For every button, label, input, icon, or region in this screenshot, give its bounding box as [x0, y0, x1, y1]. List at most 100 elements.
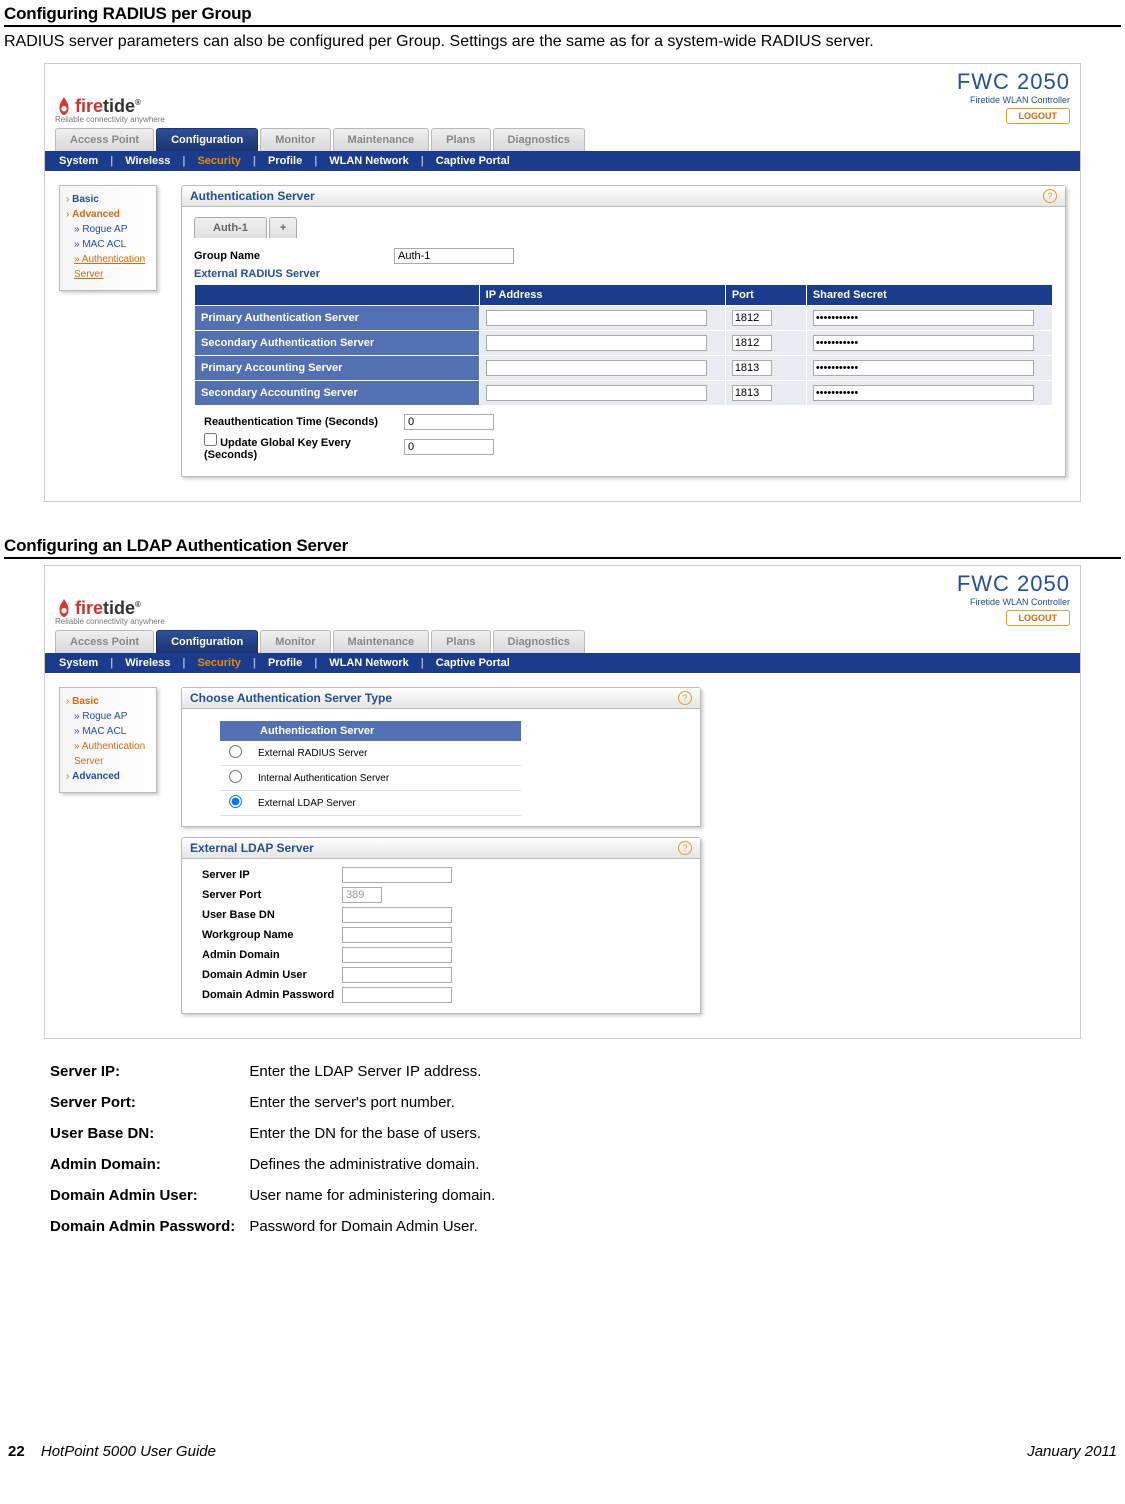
group-name-input[interactable] [394, 248, 514, 264]
flame-icon [55, 95, 73, 117]
main-tab-configuration[interactable]: Configuration [156, 630, 258, 653]
sub-tab-system[interactable]: System [59, 155, 98, 167]
sidenav-advanced[interactable]: › Advanced [66, 207, 152, 222]
device-subtitle: Firetide WLAN Controller [957, 95, 1070, 105]
ldap-field-label: Domain Admin User [202, 969, 342, 981]
ldap-workgroup-name-input[interactable] [342, 927, 452, 943]
sidenav-basic[interactable]: › Basic [66, 694, 152, 709]
doc-date: January 2011 [1027, 1443, 1117, 1460]
radius-server-table: IP AddressPortShared Secret Primary Auth… [194, 284, 1053, 406]
sidenav-advanced[interactable]: › Advanced [66, 769, 152, 784]
main-tab-monitor[interactable]: Monitor [260, 630, 330, 653]
ldap-field-label: Admin Domain [202, 949, 342, 961]
logout-button[interactable]: LOGOUT [1006, 108, 1071, 124]
section2-title: Configuring an LDAP Authentication Serve… [4, 536, 1121, 559]
section1-intro: RADIUS server parameters can also be con… [4, 33, 1121, 51]
ldap-domain-admin-password-input[interactable] [342, 987, 452, 1003]
panel-auth-title: Authentication Server [190, 189, 315, 203]
logo-text: firetide® [75, 96, 141, 117]
ldap-server-ip-input[interactable] [342, 867, 452, 883]
section1-title: Configuring RADIUS per Group [4, 4, 1121, 27]
sidenav-auth-server[interactable]: » Authentication Server [66, 739, 152, 769]
sub-tab-profile[interactable]: Profile [268, 657, 302, 669]
page-number: 22 [8, 1443, 25, 1460]
auth-tab-1[interactable]: Auth-1 [194, 217, 267, 238]
sub-tab-wireless[interactable]: Wireless [125, 155, 170, 167]
radius-port-input[interactable] [732, 385, 772, 401]
main-tab-access-point[interactable]: Access Point [55, 128, 154, 151]
sidenav-mac-acl[interactable]: » MAC ACL [66, 237, 152, 252]
radius-port-input[interactable] [732, 310, 772, 326]
desc-value: User name for administering domain. [249, 1181, 507, 1210]
sub-tab-security[interactable]: Security [197, 657, 240, 669]
ldap-field-label: User Base DN [202, 909, 342, 921]
ldap-field-label: Server IP [202, 869, 342, 881]
radius-ip-input[interactable] [486, 335, 707, 351]
side-nav: › Basic › Advanced » Rogue AP » MAC ACL … [59, 185, 157, 291]
reauth-input[interactable] [404, 414, 494, 430]
logo-text: firetide® [75, 598, 141, 619]
desc-key: Server IP: [50, 1057, 247, 1086]
panel-ldap-title: External LDAP Server [190, 841, 314, 855]
update-key-checkbox[interactable] [204, 433, 217, 446]
ldap-server-port-input[interactable] [342, 887, 382, 903]
device-name: FWC 2050 [957, 69, 1070, 95]
app-screenshot-2: firetide® Reliable connectivity anywhere… [44, 565, 1081, 1039]
ldap-admin-domain-input[interactable] [342, 947, 452, 963]
ldap-user-base-dn-input[interactable] [342, 907, 452, 923]
sidenav-rogue-ap[interactable]: » Rogue AP [66, 709, 152, 724]
radius-ip-input[interactable] [486, 385, 707, 401]
radius-secret-input[interactable] [813, 310, 1035, 326]
radius-port-input[interactable] [732, 335, 772, 351]
sub-tab-wireless[interactable]: Wireless [125, 657, 170, 669]
ext-radius-label: External RADIUS Server [194, 268, 394, 280]
sidenav-basic[interactable]: › Basic [66, 192, 152, 207]
auth-type-radio[interactable] [229, 745, 242, 758]
main-tab-maintenance[interactable]: Maintenance [333, 630, 430, 653]
ldap-domain-admin-user-input[interactable] [342, 967, 452, 983]
main-tab-diagnostics[interactable]: Diagnostics [493, 630, 585, 653]
main-tab-monitor[interactable]: Monitor [260, 128, 330, 151]
ldap-field-label: Domain Admin Password [202, 989, 342, 1001]
sub-tab-wlan-network[interactable]: WLAN Network [329, 155, 408, 167]
radius-port-input[interactable] [732, 360, 772, 376]
main-tab-plans[interactable]: Plans [431, 128, 490, 151]
radius-secret-input[interactable] [813, 385, 1035, 401]
reauth-label: Reauthentication Time (Seconds) [204, 416, 404, 428]
radius-secret-input[interactable] [813, 335, 1035, 351]
sub-tab-captive-portal[interactable]: Captive Portal [436, 155, 510, 167]
logo: firetide® Reliable connectivity anywhere [55, 95, 165, 124]
radius-secret-input[interactable] [813, 360, 1035, 376]
logout-button[interactable]: LOGOUT [1006, 610, 1071, 626]
radius-ip-input[interactable] [486, 360, 707, 376]
main-tab-diagnostics[interactable]: Diagnostics [493, 128, 585, 151]
sub-tab-wlan-network[interactable]: WLAN Network [329, 657, 408, 669]
logo: firetide® Reliable connectivity anywhere [55, 597, 165, 626]
help-icon[interactable]: ? [1043, 189, 1057, 203]
help-icon[interactable]: ? [678, 691, 692, 705]
sub-tab-security[interactable]: Security [197, 155, 240, 167]
update-key-input[interactable] [404, 439, 494, 455]
sub-tab-system[interactable]: System [59, 657, 98, 669]
radius-row: Primary Accounting Server [195, 356, 1053, 381]
sub-tab-profile[interactable]: Profile [268, 155, 302, 167]
desc-value: Password for Domain Admin User. [249, 1212, 507, 1241]
desc-key: Domain Admin User: [50, 1181, 247, 1210]
radius-ip-input[interactable] [486, 310, 707, 326]
auth-type-radio[interactable] [229, 770, 242, 783]
main-tab-maintenance[interactable]: Maintenance [333, 128, 430, 151]
auth-tab-add[interactable]: + [269, 217, 297, 238]
desc-value: Defines the administrative domain. [249, 1150, 507, 1179]
main-tab-access-point[interactable]: Access Point [55, 630, 154, 653]
main-tab-plans[interactable]: Plans [431, 630, 490, 653]
desc-key: Admin Domain: [50, 1150, 247, 1179]
sidenav-mac-acl[interactable]: » MAC ACL [66, 724, 152, 739]
help-icon[interactable]: ? [678, 841, 692, 855]
auth-type-option: External RADIUS Server [250, 741, 521, 766]
sidenav-rogue-ap[interactable]: » Rogue AP [66, 222, 152, 237]
ldap-field-label: Workgroup Name [202, 929, 342, 941]
auth-type-radio[interactable] [229, 795, 242, 808]
sub-tab-captive-portal[interactable]: Captive Portal [436, 657, 510, 669]
main-tab-configuration[interactable]: Configuration [156, 128, 258, 151]
sidenav-auth-server[interactable]: » Authentication Server [66, 252, 152, 282]
